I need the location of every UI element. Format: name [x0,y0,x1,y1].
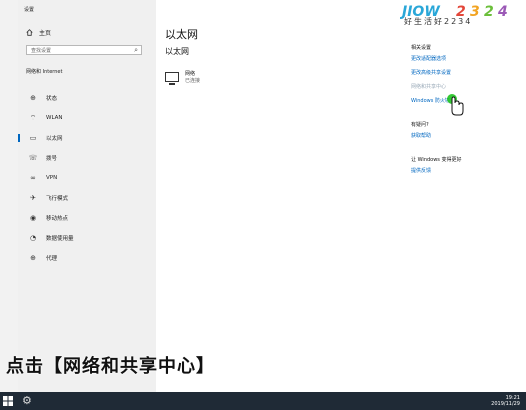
wifi-icon: ⌔ [29,113,37,122]
taskbar: ⚙ 19:21 2019/11/29 [0,392,526,410]
home-icon [26,29,33,36]
section-subtitle: 以太网 [165,47,189,56]
sidebar-item-label: 拨号 [46,156,58,162]
sidebar: 设置 主页 查找设置 ⌕ 网络和 Internet ⊕ 状态 ⌔ WLAN ▭ … [18,0,156,392]
dialup-icon: ☏ [28,154,38,162]
network-status: 已连接 [185,78,201,84]
sidebar-item-label: 代理 [46,256,58,262]
clock-date: 2019/11/29 [491,401,520,407]
help-title: 有疑问? [411,122,429,128]
status-icon: ⊕ [30,94,36,102]
get-help-link[interactable]: 获取帮助 [411,132,521,139]
firewall-link[interactable]: Windows 防火墙 [411,97,521,104]
watermark-slogan: 好生活好2234 [404,17,473,26]
page-title: 以太网 [165,28,198,41]
settings-gear-icon[interactable]: ⚙ [22,394,32,407]
sidebar-item-status[interactable]: ⊕ 状态 [18,88,156,108]
sidebar-item-label: 移动热点 [46,216,69,222]
sharing-settings-link[interactable]: 更改高级共享设置 [411,69,521,76]
sidebar-item-label: 状态 [46,96,58,102]
related-title: 相关设置 [411,45,432,51]
ethernet-icon: ▭ [29,134,37,142]
main-content: 以太网 以太网 网络 已连接 相关设置 更改适配器选项 更改高级共享设置 网络和… [165,0,526,392]
sidebar-item-dialup[interactable]: ☏ 拨号 [18,148,156,168]
search-input[interactable]: 查找设置 ⌕ [26,45,142,55]
instruction-caption: 点击【网络和共享中心】 [6,356,215,377]
sidebar-item-label: WLAN [46,115,63,121]
data-usage-icon: ◔ [29,234,37,242]
hotspot-icon: ◉ [29,214,37,222]
clock[interactable]: 19:21 2019/11/29 [491,395,520,407]
feedback-link[interactable]: 提供反馈 [411,167,521,174]
hand-cursor-icon [447,94,464,116]
sidebar-nav: ⊕ 状态 ⌔ WLAN ▭ 以太网 ☏ 拨号 ∞ VPN ✈ 飞行模式 ◉ 移动… [18,88,156,268]
network-item[interactable]: 网络 已连接 [165,70,201,85]
sidebar-item-airplane[interactable]: ✈ 飞行模式 [18,188,156,208]
window-title: 设置 [24,7,35,13]
svg-text:4: 4 [497,4,508,20]
improve-title: 让 Windows 变得更好 [411,157,462,163]
home-link[interactable]: 主页 [26,28,51,37]
sidebar-item-hotspot[interactable]: ◉ 移动热点 [18,208,156,228]
home-label: 主页 [39,30,52,37]
sidebar-item-vpn[interactable]: ∞ VPN [18,168,156,188]
related-settings: 相关设置 更改适配器选项 更改高级共享设置 网络和共享中心 Windows 防火… [411,44,521,181]
sidebar-item-label: 飞行模式 [46,196,69,202]
section-title: 网络和 Internet [26,69,63,75]
network-name: 网络 [185,71,196,77]
network-sharing-center-link[interactable]: 网络和共享中心 [411,83,521,90]
airplane-icon: ✈ [30,194,36,202]
sidebar-item-proxy[interactable]: ⊕ 代理 [18,248,156,268]
sidebar-item-data-usage[interactable]: ◔ 数据使用量 [18,228,156,248]
svg-text:2: 2 [484,4,494,20]
sidebar-item-ethernet[interactable]: ▭ 以太网 [18,128,156,148]
sidebar-item-label: 数据使用量 [46,236,74,242]
monitor-icon [165,72,179,85]
search-placeholder: 查找设置 [31,48,52,54]
windows-start-icon[interactable] [3,396,13,406]
search-icon[interactable]: ⌕ [134,46,138,55]
sidebar-item-label: 以太网 [46,136,63,142]
proxy-icon: ⊕ [30,254,36,262]
sidebar-item-wlan[interactable]: ⌔ WLAN [18,108,156,128]
sidebar-item-label: VPN [46,175,58,181]
vpn-icon: ∞ [30,174,36,182]
settings-window: 设置 主页 查找设置 ⌕ 网络和 Internet ⊕ 状态 ⌔ WLAN ▭ … [18,0,526,392]
adapter-options-link[interactable]: 更改适配器选项 [411,55,521,62]
